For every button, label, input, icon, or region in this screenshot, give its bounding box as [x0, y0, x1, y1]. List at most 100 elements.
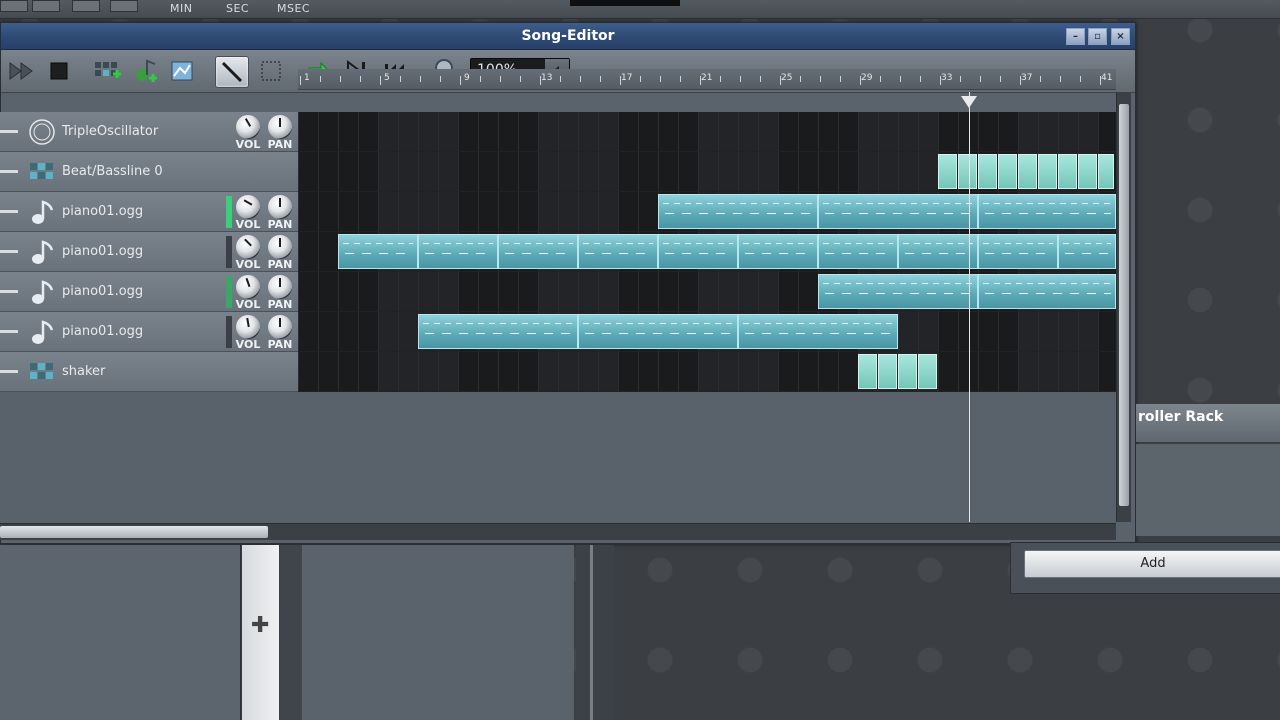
- add-beat-bassline-button[interactable]: [91, 56, 123, 86]
- track-header[interactable]: TripleOscillator VOL PAN: [0, 112, 298, 152]
- pan-knob[interactable]: PAN: [266, 195, 294, 231]
- beat-clip[interactable]: [978, 154, 997, 189]
- beat-clip[interactable]: [1018, 154, 1037, 189]
- track-header[interactable]: shaker: [0, 352, 298, 392]
- ruler-tick: [1000, 76, 1001, 82]
- track-name: piano01.ogg: [62, 204, 144, 219]
- sample-clip[interactable]: [338, 234, 418, 269]
- add-sample-track-button[interactable]: [129, 56, 161, 86]
- volume-knob[interactable]: VOL: [234, 115, 262, 151]
- drag-handle-icon[interactable]: [0, 250, 18, 253]
- sample-clip[interactable]: [978, 234, 1058, 269]
- track-header[interactable]: Beat/Bassline 0: [0, 152, 298, 192]
- track-header[interactable]: piano01.ogg VOL PAN: [0, 312, 298, 352]
- sample-clip[interactable]: [738, 314, 898, 349]
- maximize-button[interactable]: ▫: [1088, 28, 1107, 45]
- drag-handle-icon[interactable]: [0, 370, 18, 373]
- drag-handle-icon[interactable]: [0, 130, 18, 133]
- beat-clip[interactable]: [938, 154, 957, 189]
- pan-knob[interactable]: PAN: [266, 315, 294, 351]
- sample-clip[interactable]: [498, 234, 578, 269]
- play-button[interactable]: [5, 56, 37, 86]
- drag-handle-icon[interactable]: [0, 170, 18, 173]
- song-editor-titlebar[interactable]: Song-Editor – ▫ ×: [1, 23, 1135, 50]
- ruler-tick: [540, 76, 541, 85]
- volume-knob[interactable]: VOL: [234, 315, 262, 351]
- track-lane[interactable]: [298, 352, 1116, 392]
- activity-meter: [226, 276, 232, 308]
- sample-clip[interactable]: [578, 314, 738, 349]
- scrollbar-thumb[interactable]: [0, 526, 268, 538]
- sample-clip[interactable]: [578, 234, 658, 269]
- drag-handle-icon[interactable]: [0, 290, 18, 293]
- beat-clip[interactable]: [898, 354, 917, 389]
- draw-mode-button[interactable]: [215, 56, 249, 88]
- sample-clip[interactable]: [658, 194, 818, 229]
- beat-clip[interactable]: [878, 354, 897, 389]
- volume-knob[interactable]: VOL: [234, 275, 262, 311]
- track-lane[interactable]: [298, 112, 1116, 152]
- timeline-ruler[interactable]: 1 5 9 13 17 21 25 29 33 37 41: [298, 69, 1116, 90]
- sample-clip[interactable]: [818, 194, 978, 229]
- volume-knob[interactable]: VOL: [234, 195, 262, 231]
- pan-knob[interactable]: PAN: [266, 115, 294, 151]
- pan-knob[interactable]: PAN: [266, 275, 294, 311]
- track-lane[interactable]: [298, 192, 1116, 232]
- toolbar-button[interactable]: [110, 0, 138, 12]
- horizontal-scrollbar[interactable]: [0, 523, 1116, 540]
- beat-clip[interactable]: [1038, 154, 1057, 189]
- sample-clip[interactable]: [978, 194, 1116, 229]
- volume-knob[interactable]: VOL: [234, 235, 262, 271]
- sample-clip[interactable]: [898, 234, 978, 269]
- track-header[interactable]: piano01.ogg VOL PAN: [0, 192, 298, 232]
- playhead-line: [969, 92, 970, 522]
- sample-clip[interactable]: [818, 274, 978, 309]
- ruler-number: 1: [304, 73, 310, 83]
- drag-handle-icon[interactable]: [0, 210, 18, 213]
- vertical-scrollbar[interactable]: [1116, 92, 1131, 522]
- ruler-tick: [800, 76, 801, 82]
- sample-clip[interactable]: [658, 234, 738, 269]
- stop-button[interactable]: [43, 56, 75, 86]
- ruler-tick: [740, 76, 741, 82]
- track-header[interactable]: piano01.ogg VOL PAN: [0, 272, 298, 312]
- scrollbar-thumb[interactable]: [1119, 104, 1129, 506]
- sample-clip[interactable]: [818, 234, 898, 269]
- track-lane[interactable]: [298, 152, 1116, 192]
- sample-clip[interactable]: [738, 234, 818, 269]
- toolbar-button[interactable]: [72, 0, 100, 12]
- beat-clip[interactable]: [1078, 154, 1097, 189]
- ruler-tick: [420, 76, 421, 82]
- toolbar-button[interactable]: [32, 0, 60, 12]
- toolbar-button[interactable]: [0, 0, 28, 12]
- beat-clip[interactable]: [1098, 154, 1114, 189]
- sample-clip[interactable]: [1058, 234, 1116, 269]
- beat-clip[interactable]: [1058, 154, 1077, 189]
- track-lane[interactable]: [298, 232, 1116, 272]
- track-header[interactable]: piano01.ogg VOL PAN: [0, 232, 298, 272]
- drag-handle-icon[interactable]: [0, 330, 18, 333]
- sample-clip[interactable]: [418, 314, 578, 349]
- add-automation-track-button[interactable]: [167, 56, 199, 86]
- minimize-button[interactable]: –: [1066, 28, 1085, 45]
- close-button[interactable]: ×: [1111, 28, 1130, 45]
- plus-icon[interactable]: ✚: [251, 613, 269, 638]
- track-area-empty[interactable]: [0, 392, 1116, 523]
- main-toolbar: MIN SEC MSEC: [0, 0, 1280, 19]
- beat-clip[interactable]: [958, 154, 977, 189]
- sample-clip[interactable]: [418, 234, 498, 269]
- fx-add-strip[interactable]: ✚: [242, 545, 279, 720]
- pan-knob[interactable]: PAN: [266, 235, 294, 271]
- track-lane[interactable]: [298, 312, 1116, 352]
- beat-clip[interactable]: [858, 354, 877, 389]
- ruler-tick: [380, 76, 381, 85]
- beat-clip[interactable]: [918, 354, 937, 389]
- beat-clip[interactable]: [998, 154, 1017, 189]
- sample-clip[interactable]: [978, 274, 1116, 309]
- controller-rack-titlebar[interactable]: roller Rack: [1136, 404, 1280, 442]
- add-controller-button[interactable]: Add: [1024, 550, 1280, 578]
- playhead-marker[interactable]: [961, 96, 977, 108]
- pane-splitter[interactable]: [576, 545, 614, 720]
- edit-mode-button[interactable]: [255, 56, 287, 86]
- track-lane[interactable]: [298, 272, 1116, 312]
